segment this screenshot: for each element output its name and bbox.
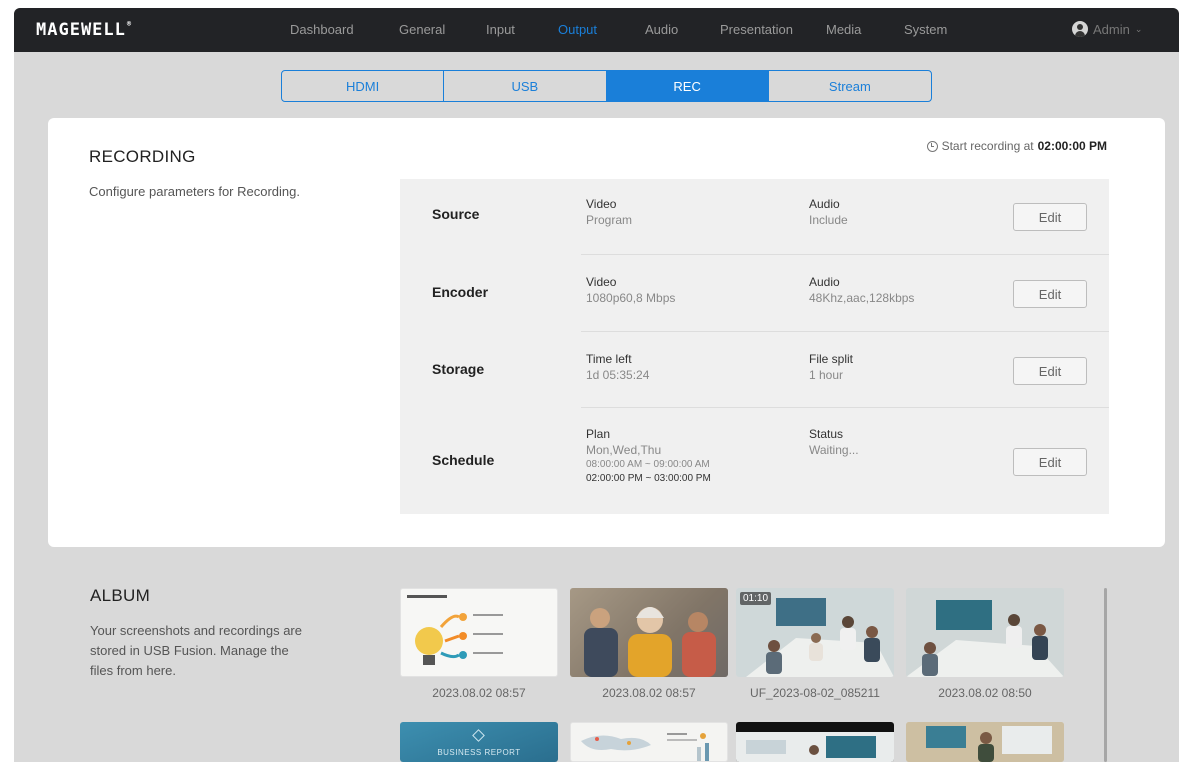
recording-settings-panel: Source Video Program Audio Include Edit … — [400, 179, 1109, 514]
settings-row-encoder: Encoder Video 1080p60,8 Mbps Audio 48Khz… — [400, 255, 1109, 332]
album-thumbnail[interactable] — [906, 588, 1064, 677]
nav-output[interactable]: Output — [558, 22, 597, 37]
user-menu[interactable]: Admin ⌄ — [1072, 21, 1142, 37]
field-title: Video — [586, 197, 617, 211]
settings-row-storage: Storage Time left 1d 05:35:24 File split… — [400, 332, 1109, 408]
source-video: Video Program — [586, 196, 632, 228]
edit-storage-button[interactable]: Edit — [1013, 357, 1087, 385]
output-tabs: HDMI USB REC Stream — [281, 70, 932, 102]
slide-preview-image — [407, 595, 503, 665]
recording-card: RECORDING Configure parameters for Recor… — [48, 118, 1165, 547]
album-thumbnail[interactable]: BUSINESS REPORT — [400, 722, 558, 762]
settings-row-schedule: Schedule Plan Mon,Wed,Thu 08:00:00 AM ~ … — [400, 408, 1109, 514]
row-label: Source — [432, 206, 480, 222]
people-photo-image — [570, 588, 728, 677]
field-value: 1 hour — [809, 368, 844, 382]
field-title: File split — [809, 352, 854, 366]
start-recording-indicator: Start recording at 02:00:00 PM — [926, 139, 1107, 153]
edit-source-button[interactable]: Edit — [1013, 203, 1087, 231]
album-item-caption: 2023.08.02 08:57 — [602, 686, 696, 700]
start-recording-time: 02:00:00 PM — [1037, 139, 1107, 153]
album-title: ALBUM — [90, 586, 151, 605]
row-label: Storage — [432, 361, 485, 377]
video-duration-badge: 01:10 — [740, 592, 772, 605]
edit-encoder-button[interactable]: Edit — [1013, 280, 1087, 308]
start-recording-label: Start recording at — [941, 139, 1034, 153]
dark-slide-image — [736, 732, 894, 762]
tab-rec[interactable]: REC — [606, 71, 769, 101]
field-title: Audio — [809, 197, 840, 211]
album-thumbnail[interactable] — [400, 588, 558, 677]
album-thumbnail[interactable] — [570, 588, 728, 677]
chevron-down-icon: ⌄ — [1134, 23, 1143, 34]
encoder-audio: Audio 48Khz,aac,128kbps — [809, 274, 914, 306]
schedule-plan: Plan Mon,Wed,Thu 08:00:00 AM ~ 09:00:00 … — [586, 426, 711, 486]
album-thumbnail[interactable]: 01:10 — [736, 588, 894, 677]
storage-file-split: File split 1 hour — [809, 351, 853, 383]
settings-row-source: Source Video Program Audio Include Edit — [400, 179, 1109, 255]
user-name: Admin — [1093, 21, 1130, 37]
storage-time-left: Time left 1d 05:35:24 — [586, 351, 649, 383]
nav-presentation[interactable]: Presentation — [720, 22, 793, 37]
album-scrollbar[interactable] — [1104, 588, 1107, 762]
album-item-caption: 2023.08.02 08:57 — [432, 686, 526, 700]
field-value: Program — [586, 213, 633, 227]
top-navigation-bar: MAGEWELL® Dashboard General Input Output… — [14, 8, 1179, 52]
album-thumbnail[interactable] — [570, 722, 728, 762]
field-value: 1080p60,8 Mbps — [586, 291, 676, 305]
recording-title: RECORDING — [89, 147, 196, 166]
nav-system[interactable]: System — [904, 22, 947, 37]
row-label: Schedule — [432, 452, 495, 468]
schedule-status: Status Waiting... — [809, 426, 859, 458]
recording-description: Configure parameters for Recording. — [89, 184, 300, 199]
nav-input[interactable]: Input — [486, 22, 515, 37]
field-value: Mon,Wed,Thu — [586, 443, 662, 457]
meeting-photo-image — [906, 588, 1064, 677]
field-value: 1d 05:35:24 — [586, 368, 650, 382]
field-title: Plan — [586, 427, 611, 441]
nav-dashboard[interactable]: Dashboard — [290, 22, 354, 37]
album-description: Your screenshots and recordings are stor… — [90, 621, 350, 681]
edit-schedule-button[interactable]: Edit — [1013, 448, 1087, 476]
album-description-line: files from here. — [90, 663, 176, 678]
report-title: BUSINESS REPORT — [437, 748, 521, 757]
tab-hdmi[interactable]: HDMI — [282, 71, 445, 101]
presenter-photo-image — [906, 722, 1064, 762]
map-slide-image — [581, 733, 709, 761]
album-description-line: stored in USB Fusion. Manage the — [90, 643, 289, 658]
field-value: Waiting... — [809, 443, 859, 457]
field-value: 48Khz,aac,128kbps — [809, 291, 915, 305]
field-title: Video — [586, 275, 617, 289]
nav-audio[interactable]: Audio — [645, 22, 678, 37]
row-label: Encoder — [432, 284, 489, 300]
tab-usb[interactable]: USB — [444, 71, 607, 101]
source-audio: Audio Include — [809, 196, 848, 228]
user-avatar-icon — [1072, 21, 1088, 37]
album-description-line: Your screenshots and recordings are — [90, 623, 302, 638]
magewell-logo[interactable]: MAGEWELL® — [36, 20, 132, 40]
album-item-caption: UF_2023-08-02_085211 — [750, 686, 880, 700]
tab-stream[interactable]: Stream — [769, 71, 931, 101]
field-title: Status — [809, 427, 844, 441]
nav-general[interactable]: General — [399, 22, 445, 37]
schedule-time-slot: 02:00:00 PM ~ 03:00:00 PM — [586, 473, 711, 484]
app-window: MAGEWELL® Dashboard General Input Output… — [14, 8, 1179, 762]
album-thumbnail[interactable] — [906, 722, 1064, 762]
field-value: Include — [809, 213, 848, 227]
encoder-video: Video 1080p60,8 Mbps — [586, 274, 675, 306]
schedule-time-slot: 08:00:00 AM ~ 09:00:00 AM — [586, 459, 710, 470]
alarm-clock-icon — [926, 140, 938, 152]
field-title: Audio — [809, 275, 840, 289]
nav-media[interactable]: Media — [826, 22, 861, 37]
album-thumbnail[interactable] — [736, 722, 894, 762]
field-title: Time left — [586, 352, 632, 366]
album-item-caption: 2023.08.02 08:50 — [938, 686, 1032, 700]
report-logo-icon — [472, 729, 485, 742]
